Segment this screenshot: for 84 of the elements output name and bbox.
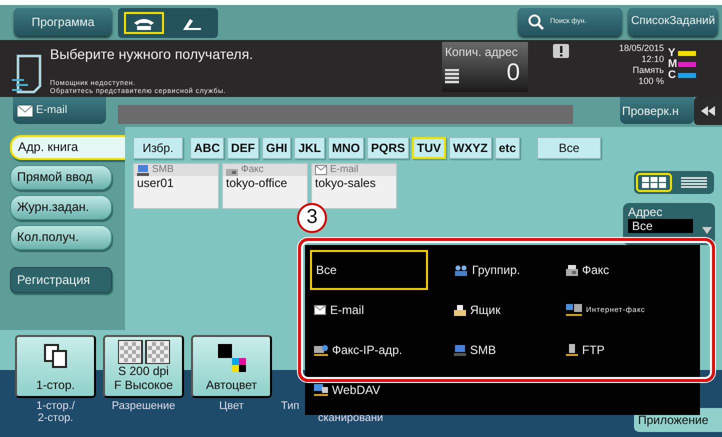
index-tab[interactable]: PQRS — [367, 137, 410, 159]
list-icon — [681, 177, 707, 188]
setting-caption: Тип — [281, 400, 300, 412]
setting-tile[interactable]: S 200 dpi F Высокое — [103, 335, 184, 398]
destination-type: SMB — [152, 164, 174, 176]
address-card[interactable]: E-mail tokyo-sales — [311, 163, 397, 209]
network-fax-icon — [314, 344, 328, 356]
envelope-icon — [17, 104, 33, 116]
setting-caption: Цвет — [218, 400, 245, 412]
index-tab[interactable]: TUV — [412, 137, 446, 159]
filter-option[interactable]: SMB — [450, 330, 562, 370]
filter-option[interactable]: Группир. — [450, 250, 562, 290]
address-card[interactable]: SMB user01 — [133, 163, 219, 209]
envelope-icon — [315, 165, 327, 175]
index-tab[interactable]: Избр. — [133, 137, 183, 159]
filter-option[interactable]: WebDAV — [310, 370, 450, 410]
filter-option[interactable]: Все — [310, 250, 428, 290]
telephone-icon — [133, 18, 155, 30]
computer-icon — [137, 164, 149, 176]
filter-option[interactable]: Ящик — [450, 290, 562, 330]
setting-tile[interactable]: Автоцвет — [191, 335, 272, 398]
grid-icon — [642, 177, 666, 188]
network-fax-icon — [566, 304, 582, 316]
mode-button[interactable] — [124, 12, 164, 34]
sidebar-tab[interactable]: Адр. книга — [10, 135, 125, 160]
setting-tile[interactable]: 1-стор. — [15, 335, 96, 398]
sidebar-tab[interactable]: Кол.получ. — [10, 225, 112, 250]
index-tab[interactable]: JKL — [294, 137, 326, 159]
list-icon — [445, 69, 459, 85]
index-tab[interactable]: ABC — [190, 137, 224, 159]
envelope-icon — [314, 305, 326, 315]
search-icon — [528, 14, 544, 30]
counter-label: Копич. адрес — [445, 44, 519, 61]
toner-label: C — [668, 70, 677, 81]
sidebar-tab[interactable]: Регистрация — [10, 267, 112, 293]
destination-name: tokyo-office — [225, 176, 288, 190]
memory-value: 100 % — [637, 76, 664, 87]
fax-icon — [566, 264, 578, 276]
address-card[interactable]: Факс tokyo-office — [222, 163, 308, 209]
index-tab[interactable]: Все — [537, 137, 602, 159]
destination-type: Факс — [241, 164, 264, 176]
grid-view-button[interactable] — [636, 173, 672, 192]
setting-caption: Разрешение — [110, 400, 176, 412]
check-settings-button[interactable]: Проверк.н — [620, 97, 694, 124]
filter-option[interactable]: Факс — [562, 250, 692, 290]
warning-icon — [553, 44, 569, 58]
duplex-pages-icon — [44, 344, 68, 368]
toner-label: M — [668, 59, 678, 70]
status-date: 18/05/2015 — [618, 43, 664, 54]
document-icon — [10, 54, 44, 94]
program-button[interactable]: Программа — [14, 8, 112, 36]
color-squares-icon — [218, 344, 246, 372]
setting-caption: 1-стор./ 2-стор. — [35, 400, 76, 424]
index-tab[interactable]: MNO — [328, 137, 364, 159]
counter-value: 0 — [506, 61, 520, 85]
index-tab[interactable]: etc — [494, 137, 520, 159]
tray-icon — [454, 304, 466, 316]
checker-pattern-icon — [118, 340, 170, 364]
server-icon — [566, 344, 578, 356]
index-tab[interactable]: DEF — [227, 137, 259, 159]
caret-icon — [702, 227, 712, 234]
email-tab[interactable]: E-mail — [13, 97, 106, 124]
filter-option[interactable]: FTP — [562, 330, 692, 370]
memory-label: Память — [632, 65, 664, 76]
index-tab[interactable]: GHI — [262, 137, 292, 159]
sidebar-tab[interactable]: Журн.задан. — [10, 195, 112, 220]
filter-option[interactable]: Факс-IP-адр. — [310, 330, 450, 370]
destination-name: user01 — [136, 176, 175, 190]
destination-name: tokyo-sales — [314, 176, 377, 190]
filter-option[interactable]: E-mail — [310, 290, 450, 330]
people-icon — [454, 264, 468, 276]
double-arrow-icon — [701, 106, 715, 116]
computer-icon — [454, 344, 466, 356]
message-title: Выберите нужного получателя. — [50, 45, 254, 64]
status-time: 12:10 — [640, 54, 664, 65]
setting-caption: сканировани — [318, 412, 384, 424]
index-tab[interactable]: WXYZ — [449, 137, 492, 159]
network-computer-icon — [314, 384, 328, 396]
collapse-button[interactable] — [694, 97, 722, 125]
destination-type: E-mail — [330, 164, 358, 176]
sidebar-tab[interactable]: Прямой ввод — [10, 165, 112, 190]
toner-label: Y — [668, 48, 676, 59]
handset-icon — [181, 16, 203, 31]
job-list-button[interactable]: СписокЗаданий — [628, 8, 718, 36]
